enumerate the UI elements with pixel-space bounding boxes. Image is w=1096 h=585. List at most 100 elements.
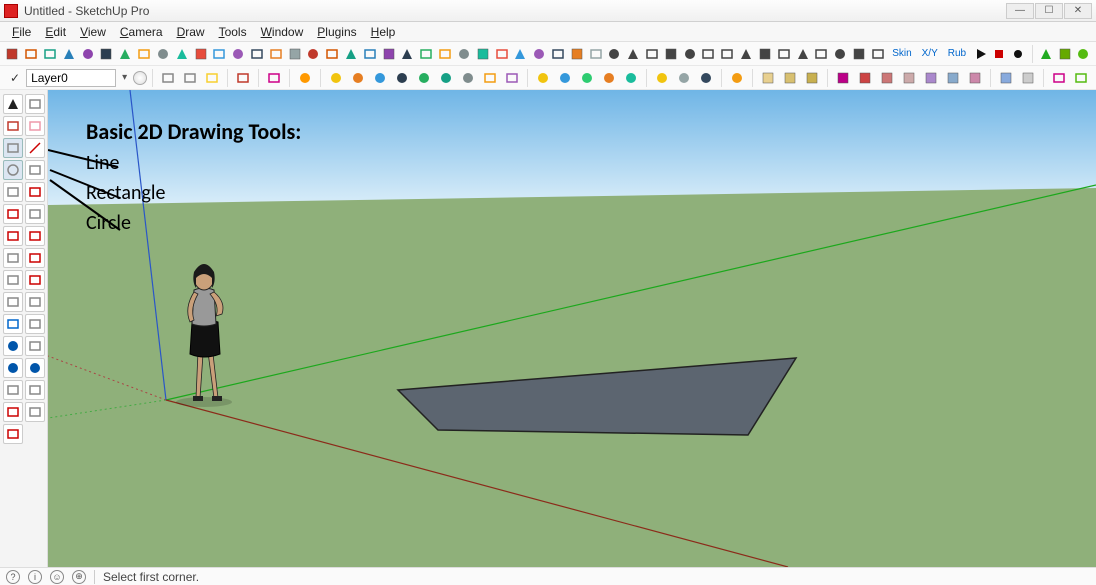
- toolbtn-skin[interactable]: Skin: [888, 44, 915, 64]
- toolbtn-panel1[interactable]: [996, 68, 1016, 88]
- toolbtn-layer3[interactable]: [877, 68, 897, 88]
- toolbtn-outliner[interactable]: [180, 68, 200, 88]
- toolbtn-xray[interactable]: [757, 44, 774, 64]
- tool-offset[interactable]: [25, 248, 45, 268]
- toolbtn-move[interactable]: [305, 44, 322, 64]
- toolbtn-xy[interactable]: X/Y: [918, 44, 942, 64]
- tool-3dtext[interactable]: [25, 314, 45, 334]
- help-icon[interactable]: ?: [6, 570, 20, 584]
- toolbtn-iso[interactable]: [625, 44, 642, 64]
- toolbtn-panel2[interactable]: [1018, 68, 1038, 88]
- toolbtn-right[interactable]: [681, 44, 698, 64]
- toolbtn-layer2[interactable]: [855, 68, 875, 88]
- toolbtn-rectangle[interactable]: [230, 44, 247, 64]
- toolbtn-ball4[interactable]: [599, 68, 619, 88]
- toolbtn-next-view[interactable]: [606, 44, 623, 64]
- toolbtn-ball6[interactable]: [652, 68, 672, 88]
- toolbtn-sphere-y[interactable]: [326, 68, 346, 88]
- toolbtn-wireframe[interactable]: [775, 44, 792, 64]
- toolbtn-ball3[interactable]: [577, 68, 597, 88]
- toolbtn-person[interactable]: [1049, 68, 1069, 88]
- toolbtn-new[interactable]: [4, 44, 21, 64]
- toolbtn-circle[interactable]: [249, 44, 266, 64]
- toolbtn-sphere-b[interactable]: [370, 68, 390, 88]
- toolbtn-scale[interactable]: [343, 44, 360, 64]
- tool-circle[interactable]: [3, 160, 23, 180]
- menu-camera[interactable]: Camera: [114, 23, 169, 41]
- toolbtn-orange-dot[interactable]: [727, 68, 747, 88]
- toolbtn-box2[interactable]: [780, 68, 800, 88]
- tool-orbit[interactable]: [3, 336, 23, 356]
- toolbtn-left[interactable]: [719, 44, 736, 64]
- toolbtn-sun[interactable]: [295, 68, 315, 88]
- layer-color-swatch[interactable]: [133, 71, 147, 85]
- toolbtn-front[interactable]: [662, 44, 679, 64]
- toolbtn-orbit[interactable]: [493, 44, 510, 64]
- toolbtn-section2[interactable]: [264, 68, 284, 88]
- minimize-button[interactable]: —: [1006, 3, 1034, 19]
- menu-plugins[interactable]: Plugins: [311, 23, 362, 41]
- toolbtn-cone[interactable]: [1071, 68, 1091, 88]
- menu-draw[interactable]: Draw: [171, 23, 211, 41]
- toolbtn-layer4[interactable]: [899, 68, 919, 88]
- toolbtn-pan[interactable]: [512, 44, 529, 64]
- toolbtn-polygon[interactable]: [267, 44, 284, 64]
- toolbtn-copy[interactable]: [79, 44, 96, 64]
- toolbtn-sphere-g[interactable]: [414, 68, 434, 88]
- toolbtn-open[interactable]: [23, 44, 40, 64]
- instructor-icon[interactable]: i: [28, 570, 42, 584]
- tool-rectangle[interactable]: [3, 138, 23, 158]
- toolbtn-axes[interactable]: [456, 44, 473, 64]
- toolbtn-prev-view[interactable]: [587, 44, 604, 64]
- toolbtn-layer1[interactable]: [833, 68, 853, 88]
- menu-file[interactable]: File: [6, 23, 37, 41]
- toolbtn-make-component[interactable]: [158, 68, 178, 88]
- tool-move[interactable]: [3, 204, 23, 224]
- tool-zoom-ext[interactable]: [25, 358, 45, 378]
- toolbtn-sandbox2[interactable]: [1056, 44, 1073, 64]
- toolbtn-ball5[interactable]: [621, 68, 641, 88]
- toolbtn-text[interactable]: [437, 44, 454, 64]
- tool-followme[interactable]: [25, 226, 45, 246]
- tool-dimension[interactable]: [25, 270, 45, 290]
- menu-tools[interactable]: Tools: [213, 23, 253, 41]
- toolbtn-back[interactable]: [700, 44, 717, 64]
- tool-tape[interactable]: [3, 270, 23, 290]
- toolbtn-shaded-textures[interactable]: [832, 44, 849, 64]
- toolbtn-ball8[interactable]: [696, 68, 716, 88]
- toolbtn-tape[interactable]: [380, 44, 397, 64]
- toolbtn-redo[interactable]: [136, 44, 153, 64]
- toolbtn-sandbox1[interactable]: [1037, 44, 1054, 64]
- toolbtn-offset[interactable]: [361, 44, 378, 64]
- toolbtn-dimension[interactable]: [418, 44, 435, 64]
- tool-paint[interactable]: [3, 116, 23, 136]
- tool-freehand[interactable]: [25, 182, 45, 202]
- toolbtn-paste[interactable]: [98, 44, 115, 64]
- tool-pan[interactable]: [25, 336, 45, 356]
- toolbtn-undo[interactable]: [117, 44, 134, 64]
- toolbtn-rec[interactable]: [1010, 44, 1027, 64]
- tool-zoom[interactable]: [3, 358, 23, 378]
- toolbtn-stop[interactable]: [991, 44, 1008, 64]
- toolbtn-shadows[interactable]: [738, 44, 755, 64]
- tool-render[interactable]: [25, 94, 45, 114]
- toolbtn-sphere-o[interactable]: [348, 68, 368, 88]
- layer-name-input[interactable]: [26, 69, 116, 87]
- tool-axes[interactable]: [3, 314, 23, 334]
- toolbtn-paint[interactable]: [233, 68, 253, 88]
- toolbtn-zoom-extents[interactable]: [550, 44, 567, 64]
- layer-dropdown-icon[interactable]: ▾: [122, 72, 127, 83]
- viewport[interactable]: Basic 2D Drawing Tools: Line Rectangle C…: [48, 90, 1096, 567]
- toolbtn-layer7[interactable]: [965, 68, 985, 88]
- toolbtn-styles[interactable]: [869, 44, 886, 64]
- tool-protractor[interactable]: [3, 292, 23, 312]
- tool-arc[interactable]: [25, 160, 45, 180]
- tool-prev[interactable]: [3, 380, 23, 400]
- tool-section[interactable]: [3, 424, 23, 444]
- toolbtn-freehand[interactable]: [211, 44, 228, 64]
- tool-select[interactable]: [3, 94, 23, 114]
- toolbtn-arc[interactable]: [192, 44, 209, 64]
- tool-eraser[interactable]: [25, 116, 45, 136]
- tool-pushpull[interactable]: [25, 204, 45, 224]
- menu-view[interactable]: View: [74, 23, 112, 41]
